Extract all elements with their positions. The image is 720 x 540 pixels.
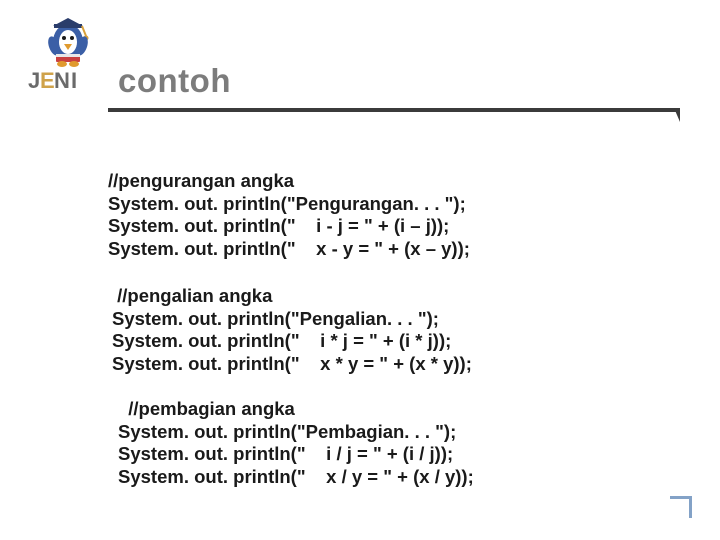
svg-text:I: I bbox=[71, 68, 77, 93]
code-block-multiplication: //pengalian angka System. out. println("… bbox=[112, 285, 472, 375]
svg-text:N: N bbox=[54, 68, 70, 93]
code-line: System. out. println(" x * y = " + (x * … bbox=[112, 353, 472, 374]
code-block-subtraction: //pengurangan angka System. out. println… bbox=[108, 170, 470, 260]
code-line: System. out. println("Pembagian. . . "); bbox=[118, 421, 456, 442]
corner-accent-icon bbox=[670, 496, 692, 518]
code-line: System. out. println("Pengalian. . . "); bbox=[112, 308, 439, 329]
code-line: System. out. println(" i * j = " + (i * … bbox=[112, 330, 451, 351]
code-line: //pengurangan angka bbox=[108, 170, 294, 191]
code-block-division: //pembagian angka System. out. println("… bbox=[118, 398, 474, 488]
svg-text:J: J bbox=[28, 68, 40, 93]
code-line: System. out. println(" x / y = " + (x / … bbox=[118, 466, 474, 487]
code-line: //pengalian angka bbox=[112, 285, 272, 306]
jeni-logo: J E N I bbox=[20, 14, 110, 109]
svg-text:E: E bbox=[40, 68, 55, 93]
code-line: //pembagian angka bbox=[118, 398, 295, 419]
slide: J E N I contoh //pengurangan angka Syste… bbox=[0, 0, 720, 540]
slide-title: contoh bbox=[118, 62, 231, 100]
code-line: System. out. println(" i / j = " + (i / … bbox=[118, 443, 453, 464]
title-underline bbox=[108, 108, 678, 112]
code-line: System. out. println("Pengurangan. . . "… bbox=[108, 193, 466, 214]
code-line: System. out. println(" i - j = " + (i – … bbox=[108, 215, 449, 236]
code-line: System. out. println(" x - y = " + (x – … bbox=[108, 238, 470, 259]
